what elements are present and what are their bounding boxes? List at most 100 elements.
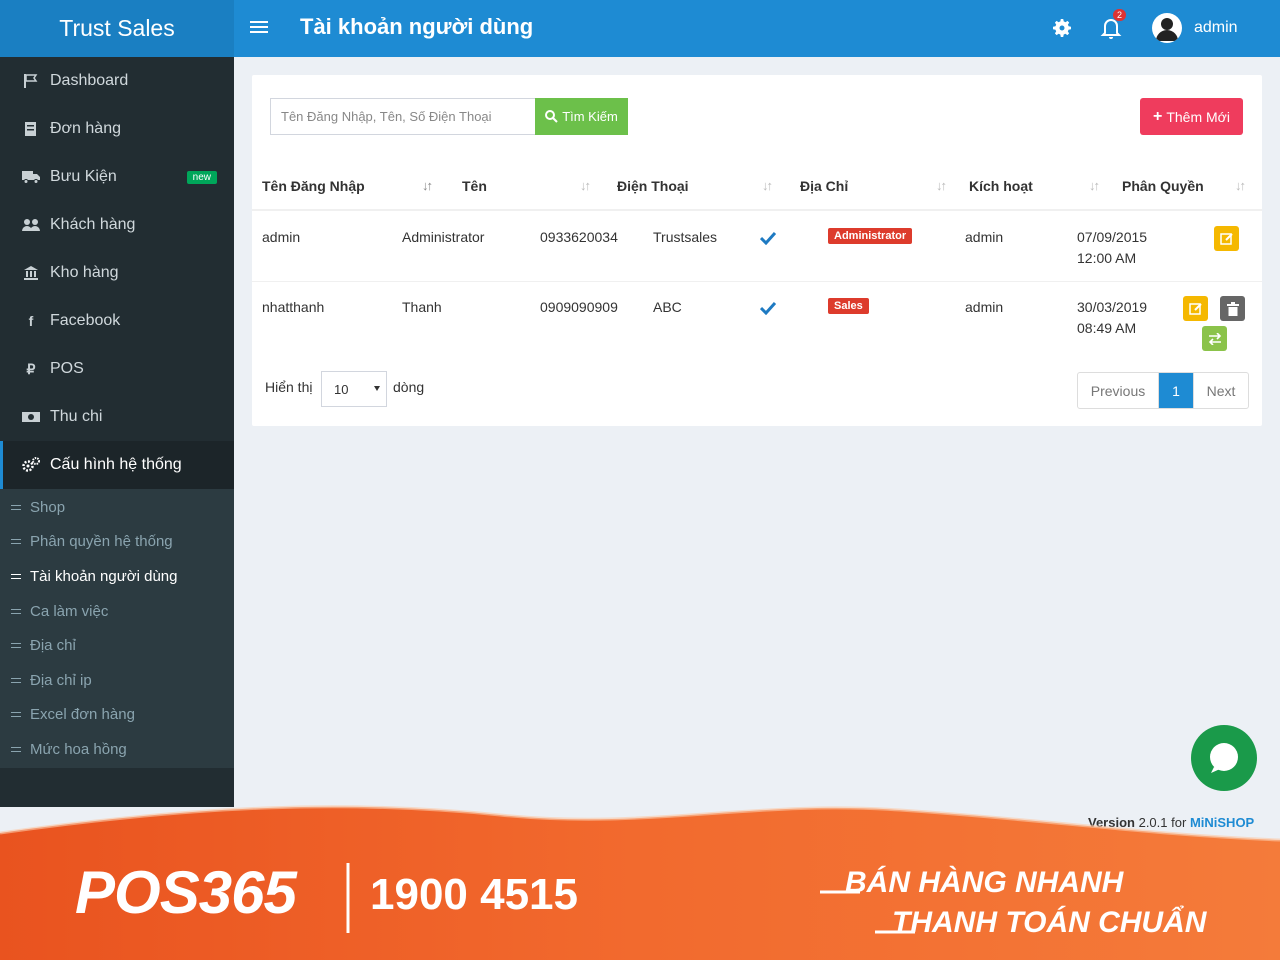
ruble-icon: ₽ bbox=[26, 360, 36, 377]
sidebar-item-system-settings[interactable]: Cấu hình hệ thống bbox=[0, 441, 234, 489]
column-header-address[interactable]: Địa Chỉ bbox=[800, 178, 848, 194]
sort-icon[interactable]: ↓↑ bbox=[936, 178, 947, 193]
edit-button[interactable] bbox=[1214, 226, 1239, 251]
facebook-icon: f bbox=[28, 313, 34, 329]
column-header-name[interactable]: Tên bbox=[462, 178, 487, 194]
user-name[interactable]: admin bbox=[1194, 19, 1238, 37]
notification-badge: 2 bbox=[1113, 9, 1127, 21]
sidebar-item-income-expense[interactable]: Thu chi bbox=[0, 393, 234, 441]
flag-icon bbox=[22, 72, 40, 90]
role-badge: Sales bbox=[828, 298, 869, 314]
sidebar-item-label: Facebook bbox=[50, 312, 121, 329]
submenu-item-shifts[interactable]: Ca làm việc bbox=[0, 594, 234, 629]
list-icon bbox=[11, 606, 21, 617]
sidebar-item-parcels[interactable]: Bưu Kiện new bbox=[0, 153, 234, 201]
user-avatar[interactable] bbox=[1152, 13, 1182, 43]
role-badge: Administrator bbox=[828, 228, 913, 244]
sidebar-item-facebook[interactable]: f Facebook bbox=[0, 297, 234, 345]
page-title: Tài khoản người dùng bbox=[300, 14, 534, 39]
edit-icon bbox=[1219, 232, 1233, 245]
slogan-line-1: BÁN HÀNG NHANH bbox=[845, 866, 1124, 899]
submenu-item-excel-orders[interactable]: Excel đơn hàng bbox=[0, 698, 234, 733]
file-icon bbox=[22, 120, 40, 138]
sidebar-item-customers[interactable]: Khách hàng bbox=[0, 201, 234, 249]
cell-time: 08:49 AM bbox=[1077, 320, 1137, 336]
column-header-active[interactable]: Kích hoạt bbox=[969, 178, 1033, 194]
submenu-item-commission[interactable]: Mức hoa hồng bbox=[0, 732, 234, 767]
sidebar: Dashboard Đơn hàng Bưu Kiện new Khách hà… bbox=[0, 57, 234, 807]
check-icon bbox=[760, 231, 776, 245]
sort-icon[interactable]: ↓↑ bbox=[762, 178, 773, 193]
page-1-button[interactable]: 1 bbox=[1159, 373, 1193, 408]
sidebar-item-dashboard[interactable]: Dashboard bbox=[0, 57, 234, 105]
cell-time: 12:00 AM bbox=[1077, 250, 1137, 266]
search-button[interactable]: Tìm Kiếm bbox=[535, 98, 628, 135]
sort-icon[interactable]: ↓↑ bbox=[580, 178, 591, 193]
cell-created-by: admin bbox=[965, 299, 1004, 315]
brand-logo[interactable]: Trust Sales bbox=[0, 0, 234, 57]
submenu-item-user-accounts[interactable]: Tài khoản người dùng bbox=[0, 559, 234, 594]
sort-icon[interactable]: ↓↑ bbox=[1235, 178, 1246, 193]
sort-icon[interactable]: ↓↑ bbox=[1089, 178, 1100, 193]
sidebar-item-orders[interactable]: Đơn hàng bbox=[0, 105, 234, 153]
sidebar-item-label: Bưu Kiện bbox=[50, 168, 117, 185]
page-length-value: 10 bbox=[334, 381, 349, 397]
sort-icon[interactable]: ↓↑ bbox=[422, 178, 433, 193]
transfer-button[interactable] bbox=[1202, 326, 1227, 351]
edit-icon bbox=[1188, 302, 1202, 315]
sidebar-item-label: Đơn hàng bbox=[50, 120, 121, 137]
column-header-phone[interactable]: Điện Thoại bbox=[617, 178, 689, 194]
column-header-role[interactable]: Phân Quyền bbox=[1122, 178, 1204, 194]
submenu-item-label: Phân quyền hệ thống bbox=[30, 533, 173, 551]
sidebar-item-warehouse[interactable]: Kho hàng bbox=[0, 249, 234, 297]
trash-icon bbox=[1226, 301, 1239, 316]
users-icon bbox=[22, 216, 40, 234]
slogan-line-2: THANH TOÁN CHUẨN bbox=[892, 906, 1207, 939]
menu-toggle-icon[interactable] bbox=[250, 18, 268, 36]
submenu-item-ip-address[interactable]: Địa chỉ ip bbox=[0, 663, 234, 698]
list-icon bbox=[11, 502, 21, 513]
sidebar-item-label: Thu chi bbox=[50, 408, 103, 425]
row-divider bbox=[252, 281, 1262, 282]
gear-icon[interactable] bbox=[1050, 16, 1074, 40]
submenu-item-address[interactable]: Địa chỉ bbox=[0, 628, 234, 663]
cell-date: 07/09/2015 bbox=[1077, 229, 1148, 245]
sidebar-item-pos[interactable]: ₽ POS bbox=[0, 345, 234, 393]
cogs-icon bbox=[22, 456, 40, 474]
submenu-item-permissions[interactable]: Phân quyền hệ thống bbox=[0, 525, 234, 560]
previous-page-button[interactable]: Previous bbox=[1078, 373, 1159, 408]
pagination: Previous 1 Next bbox=[1077, 372, 1249, 409]
hotline-number: 1900 4515 bbox=[370, 870, 578, 919]
cell-created-by: admin bbox=[965, 229, 1004, 245]
header-divider bbox=[252, 209, 1262, 211]
sidebar-item-label: Dashboard bbox=[50, 72, 129, 89]
edit-button[interactable] bbox=[1183, 296, 1208, 321]
sidebar-item-label: Kho hàng bbox=[50, 264, 119, 281]
add-new-button[interactable]: + Thêm Mới bbox=[1140, 98, 1243, 135]
delete-button[interactable] bbox=[1220, 296, 1245, 321]
cell-username: admin bbox=[262, 229, 301, 245]
page-length-select[interactable]: 10 bbox=[321, 371, 387, 407]
cell-phone: 0909090909 bbox=[540, 299, 618, 315]
exchange-icon bbox=[1208, 332, 1221, 345]
sidebar-submenu: Shop Phân quyền hệ thống Tài khoản người… bbox=[0, 489, 234, 768]
submenu-item-label: Tài khoản người dùng bbox=[30, 567, 178, 585]
search-input[interactable] bbox=[270, 98, 536, 135]
show-label: Hiển thị bbox=[265, 379, 313, 395]
chat-widget-button[interactable] bbox=[1191, 725, 1257, 791]
column-header-username[interactable]: Tên Đăng Nhập bbox=[262, 178, 365, 194]
submenu-item-label: Địa chỉ bbox=[30, 637, 76, 655]
list-icon bbox=[11, 675, 21, 686]
list-icon bbox=[11, 536, 21, 547]
bank-icon bbox=[22, 264, 40, 282]
submenu-item-shop[interactable]: Shop bbox=[0, 490, 234, 525]
cell-name: Administrator bbox=[402, 229, 485, 245]
caret-down-icon bbox=[374, 386, 380, 391]
submenu-item-label: Ca làm việc bbox=[30, 602, 109, 620]
cell-phone: 0933620034 bbox=[540, 229, 618, 245]
list-icon bbox=[11, 571, 21, 582]
sidebar-item-label: Khách hàng bbox=[50, 216, 136, 233]
truck-icon bbox=[22, 168, 40, 186]
next-page-button[interactable]: Next bbox=[1193, 373, 1248, 408]
submenu-item-label: Excel đơn hàng bbox=[30, 706, 135, 724]
